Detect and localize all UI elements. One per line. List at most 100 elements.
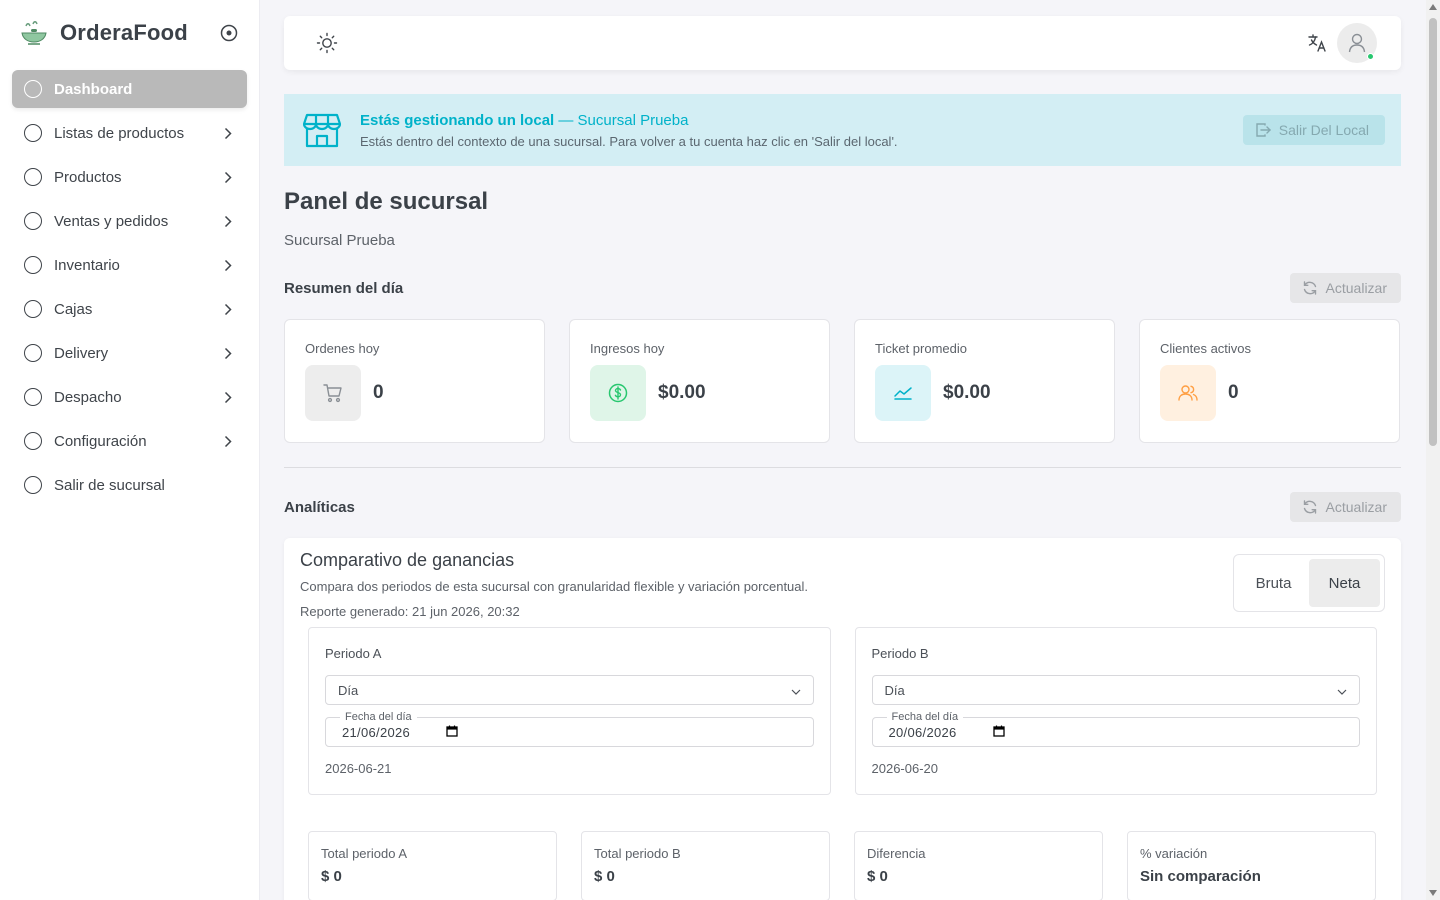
sidebar-item-label: Productos (54, 168, 122, 186)
sidebar-item-configuracion[interactable]: Configuración (12, 422, 247, 460)
sidebar-item-cajas[interactable]: Cajas (12, 290, 247, 328)
topbar (284, 16, 1401, 70)
sidebar-toggle-icon[interactable] (219, 23, 239, 43)
circle-icon (24, 432, 42, 450)
kpi-label: Ticket promedio (875, 341, 967, 356)
kpi-label: Ingresos hoy (590, 341, 665, 356)
sidebar-item-label: Ventas y pedidos (54, 212, 169, 230)
chevron-right-icon (221, 390, 235, 404)
total-variation: % variación Sin comparación (1127, 831, 1376, 900)
chart-line-icon (875, 365, 931, 421)
online-status-dot (1367, 53, 1374, 60)
page-title: Panel de sucursal (284, 188, 489, 215)
chevron-right-icon (221, 126, 235, 140)
earnings-comparison-card: Comparativo de ganancias Compara dos per… (284, 538, 1401, 900)
total-value: $ 0 (594, 868, 615, 885)
sidebar: OrderaFood Dashboard Listas de productos… (0, 0, 260, 900)
total-label: Diferencia (867, 846, 926, 861)
calendar-icon[interactable] (992, 725, 1005, 740)
sidebar-item-salir-de-sucursal[interactable]: Salir de sucursal (12, 466, 247, 504)
chevron-down-icon (791, 683, 801, 698)
sidebar-item-label: Salir de sucursal (54, 476, 165, 494)
circle-icon (24, 168, 42, 186)
kpi-orders-today: Ordenes hoy 0 (284, 319, 545, 443)
kpi-value: 0 (373, 382, 384, 403)
circle-icon (24, 344, 42, 362)
dish-icon (20, 19, 48, 47)
period-b-panel: Periodo B Día Fecha del día 20/06/2026 2… (854, 627, 1377, 795)
chevron-right-icon (221, 346, 235, 360)
sidebar-item-despacho[interactable]: Despacho (12, 378, 247, 416)
kpi-value: $0.00 (658, 382, 706, 403)
period-a-label: Periodo A (325, 646, 382, 661)
toggle-net[interactable]: Neta (1309, 559, 1380, 607)
chevron-right-icon (221, 434, 235, 448)
circle-icon (24, 476, 42, 494)
users-icon (1160, 365, 1216, 421)
page-subtitle: Sucursal Prueba (284, 232, 395, 249)
summary-header: Resumen del día Actualizar (284, 273, 1401, 303)
sidebar-item-dashboard[interactable]: Dashboard (12, 70, 247, 108)
comparison-description: Compara dos periodos de esta sucursal co… (300, 579, 809, 594)
scrollbar-thumb[interactable] (1429, 18, 1437, 446)
banner-title: Estás gestionando un local (360, 111, 555, 129)
banner-description: Estás dentro del contexto de una sucursa… (360, 133, 898, 149)
sidebar-item-label: Despacho (54, 388, 122, 406)
kpi-cards: Ordenes hoy 0 Ingresos hoy $0.00 Ticket … (284, 319, 1401, 443)
translate-icon[interactable] (1307, 33, 1327, 53)
total-label: Total periodo B (594, 846, 681, 861)
section-divider (284, 467, 1401, 468)
chevron-right-icon (221, 258, 235, 272)
kpi-revenue-today: Ingresos hoy $0.00 (569, 319, 830, 443)
branch-context-banner: Estás gestionando un local — Sucursal Pr… (284, 94, 1401, 166)
period-b-granularity-select[interactable]: Día (871, 675, 1360, 705)
circle-icon (24, 124, 42, 142)
avatar[interactable] (1337, 23, 1377, 63)
total-value: $ 0 (321, 868, 342, 885)
sidebar-item-listas-de-productos[interactable]: Listas de productos (12, 114, 247, 152)
period-a-granularity-select[interactable]: Día (325, 675, 814, 705)
chevron-down-icon (1337, 683, 1347, 698)
period-a-date-input[interactable]: Fecha del día 21/06/2026 (325, 711, 814, 747)
brand: OrderaFood (0, 0, 259, 66)
total-label: % variación (1140, 846, 1208, 861)
main-content: Estás gestionando un local — Sucursal Pr… (284, 16, 1401, 900)
sidebar-item-label: Listas de productos (54, 124, 185, 142)
exit-branch-button[interactable]: Salir Del Local (1242, 115, 1385, 145)
sidebar-item-productos[interactable]: Productos (12, 158, 247, 196)
sidebar-item-inventario[interactable]: Inventario (12, 246, 247, 284)
analytics-title: Analíticas (284, 498, 355, 516)
circle-icon (24, 212, 42, 230)
exit-branch-label: Salir Del Local (1278, 122, 1369, 138)
period-a-iso-date: 2026-06-21 (325, 761, 392, 776)
scroll-down-arrow[interactable] (1429, 890, 1437, 896)
circle-icon (24, 256, 42, 274)
analytics-header: Analíticas Actualizar (284, 492, 1401, 522)
kpi-value: $0.00 (943, 382, 991, 403)
sidebar-item-label: Cajas (54, 300, 93, 318)
calendar-icon[interactable] (446, 725, 458, 740)
comparison-totals: Total periodo A $ 0 Total periodo B $ 0 … (300, 831, 1385, 900)
banner-text: Estás gestionando un local — Sucursal Pr… (360, 112, 1243, 149)
page-scrollbar[interactable] (1426, 0, 1440, 900)
analytics-refresh-button[interactable]: Actualizar (1289, 492, 1401, 522)
total-value: Sin comparación (1140, 868, 1261, 885)
refresh-icon (1303, 281, 1316, 295)
periods: Periodo A Día Fecha del día 21/06/2026 2… (300, 627, 1385, 795)
scroll-up-arrow[interactable] (1429, 4, 1437, 10)
period-b-date-input[interactable]: Fecha del día 20/06/2026 (871, 711, 1360, 747)
circle-icon (24, 300, 42, 318)
circle-icon (24, 80, 42, 98)
total-value: $ 0 (867, 868, 888, 885)
date-value: 20/06/2026 (888, 724, 957, 740)
sidebar-item-label: Configuración (54, 432, 147, 450)
total-difference: Diferencia $ 0 (854, 831, 1103, 900)
kpi-value: 0 (1228, 382, 1239, 403)
sun-icon[interactable] (316, 32, 338, 54)
sidebar-item-ventas-y-pedidos[interactable]: Ventas y pedidos (12, 202, 247, 240)
sidebar-item-delivery[interactable]: Delivery (12, 334, 247, 372)
toggle-gross[interactable]: Bruta (1238, 559, 1309, 607)
kpi-label: Clientes activos (1160, 341, 1252, 356)
summary-refresh-button[interactable]: Actualizar (1289, 273, 1401, 303)
chevron-right-icon (221, 214, 235, 228)
